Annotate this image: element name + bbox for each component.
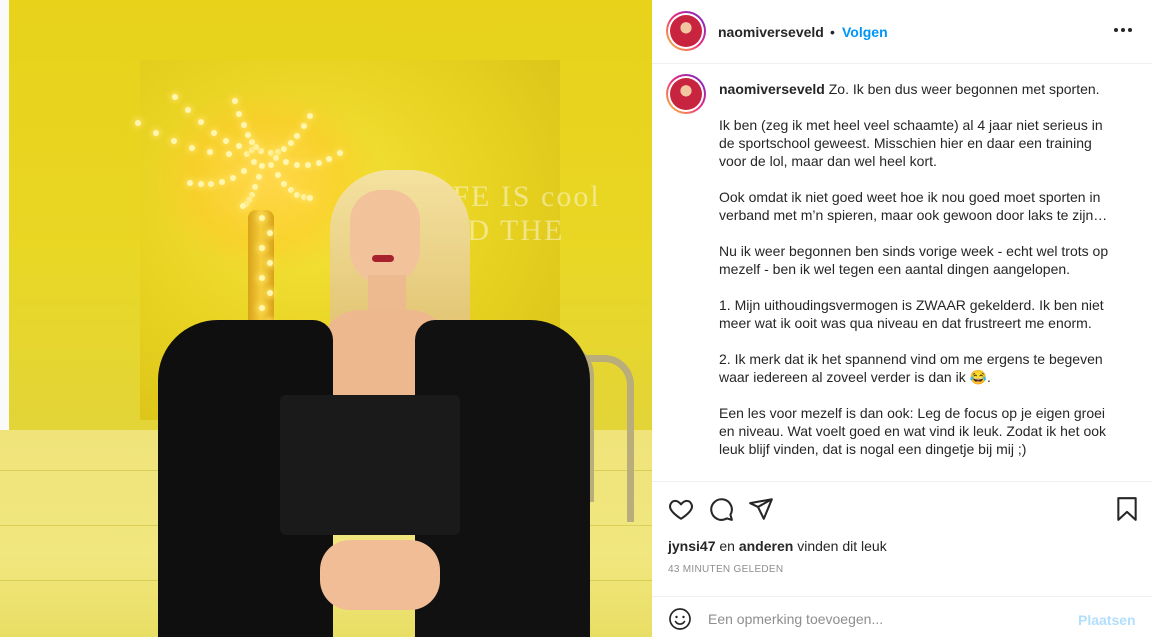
neon-bulb (240, 167, 247, 174)
post-header: naomiverseveld • Volgen (652, 0, 1152, 64)
post-side-panel: naomiverseveld • Volgen naomiverseveld Z… (652, 0, 1152, 637)
avatar[interactable] (666, 11, 706, 51)
post-timestamp[interactable]: 43 MINUTEN GELEDEN (668, 564, 783, 575)
neon-bulb (294, 132, 301, 139)
neon-bulb (236, 110, 243, 117)
neon-bulb (255, 174, 262, 181)
smiley-icon[interactable] (668, 607, 692, 631)
neon-bulb (257, 147, 264, 154)
caption-username[interactable]: naomiverseveld (719, 81, 825, 97)
neon-bulb (307, 112, 313, 119)
caption-paragraph: 2. Ik merk dat ik het spannend vind om m… (719, 351, 1107, 385)
paper-plane-icon[interactable] (748, 496, 774, 522)
neon-bulb (240, 122, 247, 129)
likes-user[interactable]: jynsi47 (668, 538, 715, 554)
neon-bulb (304, 161, 311, 168)
neon-bulb (259, 215, 265, 221)
neon-bulb (229, 174, 236, 181)
neon-bulb (225, 150, 232, 157)
neon-bulb (326, 155, 333, 162)
comment-input[interactable] (708, 608, 1038, 630)
neon-bulb (274, 148, 281, 155)
neon-bulb (281, 145, 288, 152)
neon-bulb (274, 172, 281, 179)
neon-bulb (272, 155, 279, 162)
person-lips (372, 255, 394, 262)
comment-icon[interactable] (708, 496, 734, 522)
neon-bulb (223, 137, 230, 144)
neon-bulb (315, 159, 322, 166)
likes-summary: jynsi47 en anderen vinden dit leuk (668, 538, 887, 554)
post-photo[interactable]: LIFE IS cool AND THE (0, 0, 652, 637)
more-horizontal-icon[interactable] (1112, 22, 1134, 38)
comment-bar: Plaatsen (652, 596, 1152, 638)
caption-paragraph: Een les voor mezelf is dan ook: Leg de f… (719, 405, 1110, 457)
person-top (280, 395, 460, 535)
header-username[interactable]: naomiverseveld (718, 24, 824, 40)
neon-bulb (232, 97, 238, 104)
header-separator: • (830, 24, 835, 40)
caption-paragraph: 1. Mijn uithoudingsvermogen is ZWAAR gek… (719, 297, 1108, 331)
neon-bulb (189, 144, 196, 151)
likes-conjunction: en (719, 538, 735, 554)
caption-paragraph: Nu ik weer begonnen ben sinds vorige wee… (719, 243, 1112, 277)
neon-bulb (239, 202, 246, 209)
bookmark-icon[interactable] (1114, 496, 1140, 522)
neon-bulb (210, 129, 217, 136)
neon-bulb (267, 230, 273, 236)
follow-button[interactable]: Volgen (842, 24, 888, 40)
neon-bulb (267, 290, 273, 296)
caption-paragraph: Ik ben (zeg ik met heel veel schaamte) a… (719, 117, 1107, 169)
heart-icon[interactable] (668, 496, 694, 522)
likes-suffix: vinden dit leuk (797, 538, 887, 554)
neon-bulb (294, 191, 301, 198)
post-actions-bar (652, 481, 1152, 538)
neon-bulb (152, 129, 159, 136)
neon-bulb (197, 181, 204, 188)
neon-bulb (259, 245, 265, 251)
post-comment-button[interactable]: Plaatsen (1078, 612, 1136, 628)
caption-avatar[interactable] (666, 74, 706, 114)
neon-bulb (258, 162, 265, 169)
neon-bulb (300, 194, 307, 201)
caption-paragraph: Ook omdat ik niet goed weet hoe ik nou g… (719, 189, 1108, 223)
post-caption: naomiverseveld Zo. Ik ben dus weer begon… (719, 80, 1119, 476)
person-face (350, 190, 420, 285)
neon-bulb (259, 275, 265, 281)
caption-intro: Zo. Ik ben dus weer begonnen met sporten… (828, 81, 1100, 97)
neon-bulb (294, 161, 301, 168)
neon-bulb (244, 131, 251, 138)
caption-first-line: naomiverseveld Zo. Ik ben dus weer begon… (719, 80, 1119, 98)
neon-bulb (259, 305, 265, 311)
neon-bulb (267, 260, 273, 266)
instagram-post-modal: LIFE IS cool AND THE naomiverseveld • Vo… (0, 0, 1152, 637)
neon-bulb (219, 178, 226, 185)
likes-others[interactable]: anderen (739, 538, 793, 554)
person-hands (320, 540, 440, 610)
